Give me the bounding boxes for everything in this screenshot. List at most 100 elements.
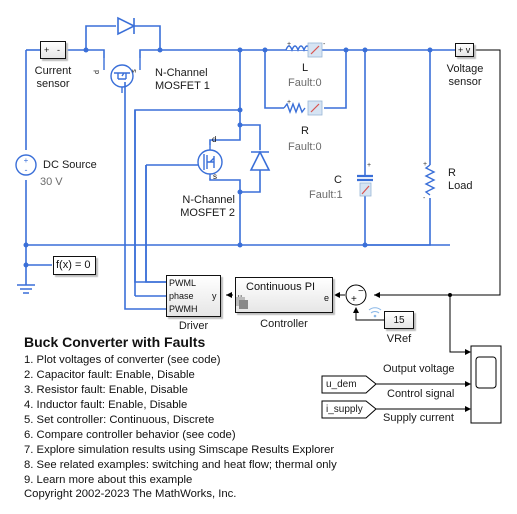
wireless-icon: [368, 307, 382, 318]
inductor-symbol[interactable]: [285, 42, 323, 58]
wire[interactable]: [145, 165, 168, 283]
freewheel-diode[interactable]: [249, 150, 271, 171]
junction-dot: [262, 47, 268, 53]
mosfet1-d-port: d: [93, 70, 101, 74]
wire[interactable]: [134, 25, 161, 50]
current-sensor-plus-port: +: [44, 45, 50, 55]
arrowhead: [465, 349, 471, 355]
load-resistor-symbol[interactable]: [424, 164, 436, 196]
current-sensor-label: Current sensor: [28, 65, 78, 91]
junction-dot: [237, 107, 243, 113]
wire[interactable]: [240, 124, 261, 150]
junction-dot: [157, 47, 163, 53]
voltage-sensor-label-line1: Voltage: [446, 63, 484, 75]
driver-phase-port: phase: [169, 291, 194, 301]
controller-block[interactable]: Continuous PI u e: [235, 277, 333, 313]
junction-dot: [362, 47, 368, 53]
dc-source-label: DC Source: [43, 159, 97, 171]
resistor-label: R: [301, 125, 309, 137]
model-title: Buck Converter with Faults: [24, 334, 206, 350]
driver-y-port: y: [212, 291, 217, 301]
arrowhead: [334, 292, 340, 298]
scope-block[interactable]: [470, 345, 502, 424]
branch-dot: [448, 293, 452, 297]
solver-configuration-block[interactable]: f(x) = 0: [53, 256, 96, 275]
voltage-sensor-label: Voltage sensor: [440, 63, 490, 89]
instruction-link[interactable]: 3. Resistor fault: Enable, Disable: [24, 383, 337, 398]
driver-label: Driver: [178, 320, 209, 332]
current-sensor-minus-port: -: [57, 45, 60, 55]
controller-title: Continuous PI: [246, 281, 316, 293]
vref-label: VRef: [386, 333, 412, 345]
arrowhead: [353, 307, 359, 313]
polarity-minus: -: [323, 41, 326, 48]
resistor-fault: Fault:0: [288, 141, 322, 153]
arrowhead: [374, 292, 380, 298]
polarity-plus: +: [287, 99, 291, 106]
dc-source-value: 30 V: [40, 176, 63, 188]
polarity-plus: +: [367, 162, 371, 169]
dc-minus-sign: -: [25, 165, 28, 175]
instruction-link[interactable]: 5. Set controller: Continuous, Discrete: [24, 413, 337, 428]
driver-pwml-port: PWML: [169, 278, 196, 288]
mosfet2-d-port: d: [212, 135, 217, 144]
controller-label: Controller: [260, 318, 308, 330]
mosfet2-label-line1: N-Channel: [182, 194, 235, 206]
instruction-link[interactable]: 7. Explore simulation results using Sims…: [24, 443, 337, 458]
dc-plus-sign: +: [24, 156, 29, 165]
sum-plus-sign: +: [351, 294, 357, 305]
instruction-link[interactable]: 6. Compare controller behavior (see code…: [24, 428, 337, 443]
capacitor-fault: Fault:1: [309, 189, 343, 201]
polarity-plus: +: [287, 41, 291, 48]
mosfet1-s-port: s: [130, 69, 138, 73]
junction-dot: [23, 242, 29, 248]
junction-dot: [237, 122, 243, 128]
subsystem-variant-icon: [239, 300, 248, 309]
capacitor-label: C: [334, 174, 342, 186]
signal-wire[interactable]: [449, 295, 466, 353]
scope-signal-control-signal: Control signal: [387, 388, 455, 400]
load-label-line1: R: [448, 167, 456, 179]
solver-text: f(x) = 0: [56, 259, 91, 271]
mosfet1-label-line1: N-Channel: [155, 67, 208, 79]
junction-dot: [83, 47, 89, 53]
instruction-link[interactable]: 1. Plot voltages of converter (see code): [24, 353, 337, 368]
instruction-link[interactable]: 9. Learn more about this example: [24, 473, 337, 488]
inductor-label: L: [301, 62, 309, 74]
wire[interactable]: [85, 25, 116, 50]
mosfet2-label: N-Channel MOSFET 2: [175, 194, 235, 220]
mosfet1-label: N-Channel MOSFET 1: [155, 67, 210, 93]
capacitor-symbol[interactable]: [357, 174, 373, 197]
driver-block[interactable]: PWML phase PWMH y: [166, 275, 221, 317]
arrowhead: [226, 292, 232, 298]
scope-signal-supply-current: Supply current: [383, 412, 454, 424]
wire[interactable]: [320, 50, 347, 109]
voltage-sensor-label-line2: sensor: [448, 76, 482, 88]
instruction-link[interactable]: 8. See related examples: switching and h…: [24, 458, 337, 473]
voltage-sensor-block[interactable]: + v: [455, 43, 474, 57]
vref-value: 15: [393, 315, 405, 326]
current-sensor-block[interactable]: + -: [40, 41, 66, 59]
scope-signal-output-voltage: Output voltage: [383, 363, 455, 375]
arrowhead: [465, 381, 471, 387]
instruction-link[interactable]: 2. Capacitor fault: Enable, Disable: [24, 368, 337, 383]
current-sensor-label-line2: sensor: [36, 78, 70, 90]
mosfet-1-symbol[interactable]: [103, 58, 141, 93]
copyright-text: Copyright 2002-2023 The MathWorks, Inc.: [24, 488, 237, 500]
diode-1[interactable]: [117, 16, 136, 36]
wire[interactable]: [139, 49, 455, 58]
current-sensor-label-line1: Current: [34, 65, 72, 77]
controller-e-port: e: [324, 293, 330, 303]
mosfet-2-symbol[interactable]: [197, 145, 223, 178]
inductor-fault: Fault:0: [288, 77, 322, 89]
wire[interactable]: [240, 170, 261, 193]
load-label-line2: Load: [448, 180, 473, 192]
junction-dot: [237, 189, 243, 195]
wire[interactable]: [365, 198, 431, 246]
junction-dot: [23, 262, 29, 268]
vref-constant-block[interactable]: 15: [384, 311, 414, 329]
load-label: R Load: [448, 167, 472, 193]
junction-dot: [427, 47, 433, 53]
voltage-sensor-port: + v: [458, 45, 471, 55]
instruction-link[interactable]: 4. Inductor fault: Enable, Disable: [24, 398, 337, 413]
